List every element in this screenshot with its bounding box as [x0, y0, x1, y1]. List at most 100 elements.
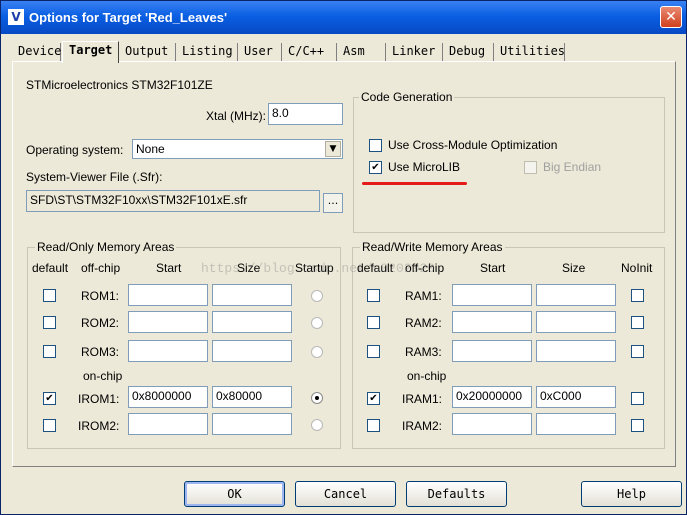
iram1-default-checkbox[interactable]: ✔	[367, 392, 380, 405]
ram3-start-input[interactable]	[452, 340, 532, 362]
tab-cpp[interactable]: C/C++	[282, 43, 337, 61]
iram1-size-input[interactable]: 0xC000	[536, 386, 616, 408]
iram2-start-input[interactable]	[452, 413, 532, 435]
ram3-size-input[interactable]	[536, 340, 616, 362]
ram1-start-input[interactable]	[452, 284, 532, 306]
ram2-start-input[interactable]	[452, 311, 532, 333]
rom2-label: ROM2:	[81, 316, 120, 330]
tab-utilities[interactable]: Utilities	[494, 43, 565, 61]
options-dialog: V Options for Target 'Red_Leaves' ✕ Devi…	[0, 0, 687, 515]
rw-header-start: Start	[480, 261, 506, 275]
ram2-size-input[interactable]	[536, 311, 616, 333]
window-title: Options for Target 'Red_Leaves'	[29, 10, 228, 25]
tab-output[interactable]: Output	[119, 43, 176, 61]
watermark: https://blog.csdn.net/u0202020	[201, 261, 436, 276]
ram2-default-checkbox[interactable]	[367, 316, 380, 329]
tab-debug[interactable]: Debug	[443, 43, 494, 61]
xtal-input[interactable]: 8.0	[268, 103, 343, 125]
irom1-size-input[interactable]: 0x80000	[212, 386, 292, 408]
ram1-label: RAM1:	[405, 289, 442, 303]
check-icon: ✔	[371, 162, 380, 173]
help-button[interactable]: Help	[581, 481, 682, 507]
rom3-label: ROM3:	[81, 345, 120, 359]
iram2-noinit-checkbox[interactable]	[631, 419, 644, 432]
keil-app-icon: V	[8, 9, 24, 25]
ram1-noinit-checkbox[interactable]	[631, 289, 644, 302]
cross-module-label: Use Cross-Module Optimization	[388, 138, 558, 152]
chevron-down-icon[interactable]: ▼	[325, 141, 341, 157]
ro-onchip-label: on-chip	[83, 369, 123, 383]
device-name: STMicroelectronics STM32F101ZE	[26, 78, 213, 92]
irom1-label: IROM1:	[78, 392, 120, 406]
rom1-size-input[interactable]	[212, 284, 292, 306]
iram2-size-input[interactable]	[536, 413, 616, 435]
rw-header-noinit: NoInit	[621, 261, 653, 275]
ram3-label: RAM3:	[405, 345, 442, 359]
os-dropdown[interactable]: None ▼	[132, 139, 343, 159]
iram2-default-checkbox[interactable]	[367, 419, 380, 432]
rom3-size-input[interactable]	[212, 340, 292, 362]
svf-input[interactable]: SFD\ST\STM32F10xx\STM32F101xE.sfr	[26, 190, 320, 212]
microlib-checkbox[interactable]: ✔	[369, 161, 382, 174]
irom1-start-input[interactable]: 0x8000000	[128, 386, 208, 408]
irom1-startup-radio[interactable]	[311, 392, 323, 404]
xtal-label: Xtal (MHz):	[206, 109, 266, 123]
microlib-highlight-underline	[362, 182, 467, 185]
ram1-default-checkbox[interactable]	[367, 289, 380, 302]
rom1-startup-radio[interactable]	[311, 290, 323, 302]
ram3-default-checkbox[interactable]	[367, 345, 380, 358]
ram3-noinit-checkbox[interactable]	[631, 345, 644, 358]
ro-header-default: default	[32, 261, 69, 275]
irom2-startup-radio[interactable]	[311, 419, 323, 431]
big-endian-label: Big Endian	[543, 160, 602, 174]
browse-button[interactable]: ...	[323, 193, 343, 213]
rom1-start-input[interactable]	[128, 284, 208, 306]
rom1-default-checkbox[interactable]	[43, 289, 56, 302]
tab-device[interactable]: Device	[12, 43, 61, 61]
rom1-label: ROM1:	[81, 289, 120, 303]
rom3-startup-radio[interactable]	[311, 346, 323, 358]
ro-memory-legend: Read/Only Memory Areas	[35, 240, 177, 254]
os-value: None	[136, 142, 165, 156]
cross-module-checkbox[interactable]	[369, 139, 382, 152]
tab-listing[interactable]: Listing	[176, 43, 238, 61]
rom2-default-checkbox[interactable]	[43, 316, 56, 329]
tab-target[interactable]: Target	[62, 41, 119, 63]
rw-header-size: Size	[562, 261, 586, 275]
os-label: Operating system:	[26, 143, 124, 157]
big-endian-checkbox[interactable]	[524, 161, 537, 174]
ro-header-start: Start	[156, 261, 182, 275]
svf-label: System-Viewer File (.Sfr):	[26, 170, 163, 184]
ok-button[interactable]: OK	[184, 481, 285, 507]
irom2-label: IROM2:	[78, 419, 120, 433]
tab-linker[interactable]: Linker	[386, 43, 443, 61]
iram1-noinit-checkbox[interactable]	[631, 392, 644, 405]
microlib-label: Use MicroLIB	[388, 160, 461, 174]
rom2-startup-radio[interactable]	[311, 317, 323, 329]
title-bar[interactable]: V Options for Target 'Red_Leaves' ✕	[1, 1, 686, 34]
rom2-size-input[interactable]	[212, 311, 292, 333]
rw-onchip-label: on-chip	[407, 369, 447, 383]
check-icon: ✔	[45, 393, 54, 404]
rom3-start-input[interactable]	[128, 340, 208, 362]
code-generation-legend: Code Generation	[359, 90, 455, 104]
irom1-default-checkbox[interactable]: ✔	[43, 392, 56, 405]
rom3-default-checkbox[interactable]	[43, 345, 56, 358]
ram1-size-input[interactable]	[536, 284, 616, 306]
cancel-button[interactable]: Cancel	[295, 481, 396, 507]
tab-asm[interactable]: Asm	[337, 43, 386, 61]
ram2-noinit-checkbox[interactable]	[631, 316, 644, 329]
defaults-button[interactable]: Defaults	[406, 481, 507, 507]
iram1-label: IRAM1:	[402, 392, 443, 406]
close-button[interactable]: ✕	[660, 6, 682, 28]
iram1-start-input[interactable]: 0x20000000	[452, 386, 532, 408]
ro-header-offchip: off-chip	[81, 261, 121, 275]
check-icon: ✔	[369, 393, 378, 404]
irom2-start-input[interactable]	[128, 413, 208, 435]
tab-user[interactable]: User	[238, 43, 282, 61]
ram2-label: RAM2:	[405, 316, 442, 330]
rom2-start-input[interactable]	[128, 311, 208, 333]
irom2-default-checkbox[interactable]	[43, 419, 56, 432]
irom2-size-input[interactable]	[212, 413, 292, 435]
rw-memory-legend: Read/Write Memory Areas	[360, 240, 505, 254]
